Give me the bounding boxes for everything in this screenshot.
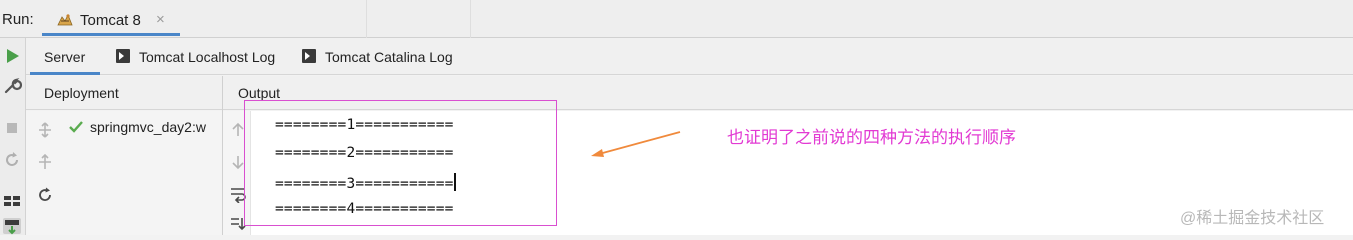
- tab-server[interactable]: Server: [26, 38, 100, 75]
- server-subtabs: Server Tomcat Localhost Log Tomcat Catal…: [26, 38, 1353, 75]
- stop-icon[interactable]: [2, 118, 22, 138]
- output-header: Output: [238, 85, 281, 101]
- tab-tomcat-localhost-log[interactable]: Tomcat Localhost Log: [116, 38, 286, 75]
- annotation-arrow-icon: [591, 131, 681, 157]
- tomcat-icon: [57, 14, 73, 26]
- run-toolwindow-header: Run: Tomcat 8 ×: [0, 0, 1353, 38]
- close-icon[interactable]: ×: [156, 11, 165, 28]
- tab-label: Tomcat Catalina Log: [325, 49, 453, 65]
- run-label: Run:: [2, 11, 34, 28]
- header-divider: [366, 0, 367, 38]
- console-icon: [302, 49, 316, 63]
- watermark: @稀土掘金技术社区: [1180, 210, 1325, 227]
- refresh-icon[interactable]: [36, 186, 54, 204]
- rerun-icon[interactable]: [2, 150, 22, 170]
- tab-label: Server: [44, 49, 86, 65]
- tab-tomcat-catalina-log[interactable]: Tomcat Catalina Log: [302, 38, 462, 75]
- tab-label: Tomcat Localhost Log: [139, 49, 276, 65]
- annotation-text: 也证明了之前说的四种方法的执行顺序: [727, 128, 1016, 147]
- annotation-highlight-box: [244, 100, 557, 226]
- undeploy-icon[interactable]: [36, 153, 54, 171]
- run-tab-label: Tomcat 8: [80, 12, 141, 29]
- layout-icon[interactable]: [2, 190, 22, 210]
- deploy-all-icon[interactable]: [36, 121, 54, 139]
- deployment-panel: springmvc_day2:w: [26, 111, 222, 235]
- deploy-icon[interactable]: [2, 216, 22, 236]
- check-icon: [69, 121, 83, 133]
- deployment-item-label: springmvc_day2:w: [90, 119, 206, 135]
- panel-headers: Deployment Output: [26, 76, 1353, 110]
- header-divider: [470, 0, 471, 38]
- console-icon: [116, 49, 130, 63]
- active-tab-indicator: [42, 33, 180, 36]
- run-left-toolbar: [0, 38, 26, 235]
- deployment-header: Deployment: [44, 85, 119, 101]
- wrench-icon[interactable]: [2, 76, 22, 96]
- active-tab-indicator: [30, 72, 100, 75]
- run-icon[interactable]: [2, 46, 22, 66]
